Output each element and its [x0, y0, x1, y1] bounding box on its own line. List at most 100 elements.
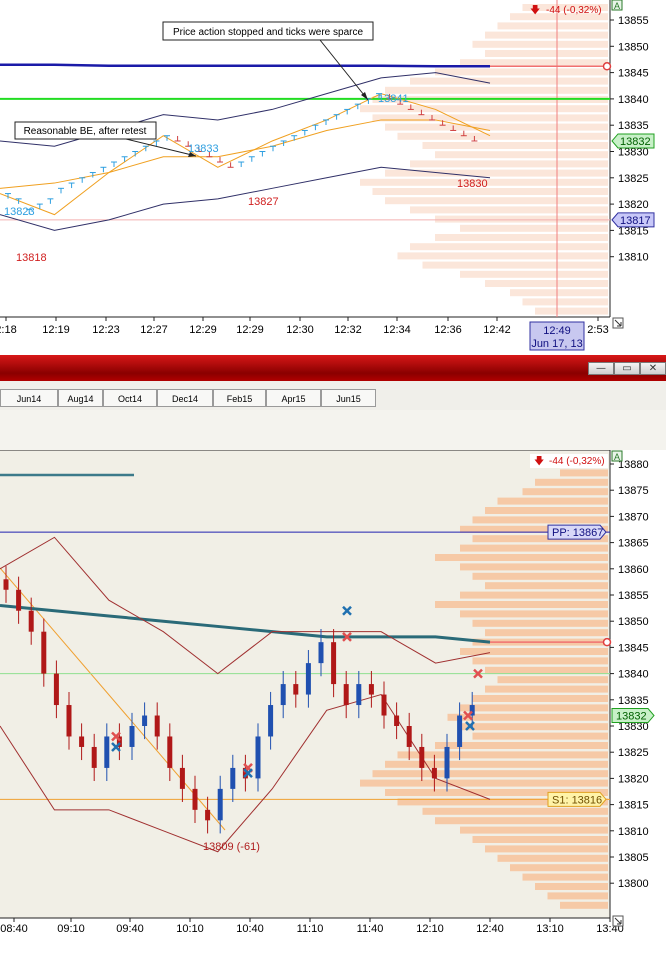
close-button[interactable]: ✕: [640, 362, 666, 375]
time-tick-label: 13:10: [536, 923, 564, 935]
tab-apr15[interactable]: Apr15: [266, 389, 321, 407]
tab-aug14[interactable]: Aug14: [58, 389, 103, 407]
candle-body: [343, 684, 349, 706]
panel-gap: [0, 410, 666, 450]
profile-bar: [360, 779, 608, 787]
price-tag-label: 13832: [620, 136, 651, 148]
time-axis[interactable]: 08:40 09:10 09:40 10:10 10:40 11:10 11:40 12:10…: [0, 918, 624, 935]
value-label: 13809 (-61): [203, 841, 260, 853]
time-tick-label: 12:23: [92, 324, 120, 336]
profile-bar: [422, 261, 608, 269]
candle-body: [104, 736, 110, 768]
candle-body: [66, 705, 72, 737]
pnl-text: -44 (-0,32%): [549, 456, 605, 467]
resize-corner-icon[interactable]: [612, 317, 624, 329]
profile-bar: [560, 469, 608, 477]
price-tick-label: 13865: [618, 538, 649, 550]
candle-body: [217, 788, 223, 821]
profile-bar: [485, 845, 608, 853]
profile-bar: [435, 151, 608, 159]
value-label: 13818: [16, 252, 47, 264]
price-tick-label: 13855: [618, 15, 649, 27]
time-axis[interactable]: 2:18 12:19 12:23 12:27 12:29 12:29 12:30 12:32 1…: [0, 317, 609, 336]
price-tick-label: 13815: [618, 800, 649, 812]
profile-bar: [460, 723, 608, 731]
price-tick-label: 13835: [618, 120, 649, 132]
volume-profile: [360, 4, 608, 315]
profile-bar: [410, 206, 608, 214]
price-tick-label: 13850: [618, 616, 649, 628]
price-tick-label: 13810: [618, 252, 649, 264]
candle-body: [16, 589, 22, 611]
profile-bar: [460, 704, 608, 712]
time-tick-label: 12:10: [416, 923, 444, 935]
profile-bar: [385, 760, 608, 768]
time-tick-label: 12:29: [189, 324, 217, 336]
minimize-button[interactable]: —: [588, 362, 614, 375]
candle-body: [457, 715, 463, 747]
candle-body: [79, 736, 85, 747]
price-tick-label: 13850: [618, 41, 649, 53]
resize-corner-icon[interactable]: [612, 915, 624, 927]
price-tick-label: 13860: [618, 564, 649, 576]
profile-bar: [510, 289, 608, 297]
tab-jun14[interactable]: Jun14: [0, 389, 58, 407]
annotation-box-1[interactable]: Price action stopped and ticks were spar…: [162, 21, 374, 101]
candle-body: [381, 694, 387, 716]
a-badge-text: A: [614, 1, 620, 11]
restore-button[interactable]: ▭: [614, 362, 640, 375]
profile-bar: [497, 497, 608, 505]
profile-bar: [535, 307, 608, 315]
profile-bar: [472, 516, 608, 524]
profile-bar: [472, 657, 608, 665]
time-tick-label: 12:32: [334, 324, 362, 336]
time-tick-label: 11:10: [297, 923, 324, 935]
window-title-bar[interactable]: [0, 355, 666, 381]
annotation-box-2[interactable]: Reasonable BE, after retest: [14, 121, 197, 157]
profile-bar: [472, 695, 608, 702]
value-label: 13841: [378, 93, 409, 105]
candle-body: [230, 767, 236, 789]
time-tick-label: 09:10: [57, 923, 85, 935]
a-badge[interactable]: A: [611, 450, 623, 462]
time-tick-label: 12:36: [434, 324, 462, 336]
profile-bar: [422, 142, 608, 149]
profile-bar: [460, 544, 608, 552]
tab-jun15[interactable]: Jun15: [321, 389, 376, 407]
position-marker-icon: [602, 62, 612, 71]
top-chart-panel[interactable]: 13823 13818 13833 13827 13841 13830 Price act…: [0, 0, 666, 355]
profile-bar: [485, 507, 608, 514]
tab-dec14[interactable]: Dec14: [157, 389, 213, 407]
profile-bar: [497, 676, 608, 684]
cursor-time: 12:49: [543, 325, 571, 337]
profile-bar: [510, 864, 608, 872]
candle-body: [3, 579, 9, 590]
time-tick-label: 10:40: [236, 923, 264, 935]
profile-bar: [372, 188, 608, 195]
profile-bar: [485, 629, 608, 637]
price-tick-label: 13835: [618, 695, 649, 707]
pnl-text: -44 (-0,32%): [546, 5, 602, 16]
candle-body: [53, 673, 59, 706]
bottom-chart[interactable]: 13809 (-61) 1388013875138701386513860138…: [0, 449, 666, 948]
price-axis[interactable]: 13880 13875 13870 13865 13860 13855 13850 13845…: [610, 459, 649, 890]
candle-body: [444, 746, 450, 779]
profile-bar: [385, 197, 608, 205]
bottom-chart-panel[interactable]: 13809 (-61) 13880 13875 13870 13865 13860 138…: [0, 449, 666, 948]
time-tick-label: 2:18: [0, 324, 17, 336]
a-badge[interactable]: A: [611, 0, 623, 11]
tab-feb15[interactable]: Feb15: [213, 389, 266, 407]
candle-body: [192, 788, 198, 810]
price-tick-label: 13805: [618, 852, 649, 864]
profile-bar: [522, 298, 608, 306]
candle-body: [318, 642, 324, 664]
top-chart[interactable]: 13823 13818 13833 13827 13841 13830 Price act…: [0, 0, 666, 355]
time-tick-label: 10:10: [176, 923, 204, 935]
contract-tab-bar: Jun14 Aug14 Oct14 Dec14 Feb15 Apr15 Jun1…: [0, 381, 666, 410]
profile-bar: [460, 610, 608, 618]
profile-bar: [472, 836, 608, 843]
pnl-arrow-icon: 🡇: [534, 455, 544, 467]
tab-oct14[interactable]: Oct14: [103, 389, 157, 407]
profile-bar: [497, 854, 608, 862]
profile-bar: [397, 751, 608, 759]
